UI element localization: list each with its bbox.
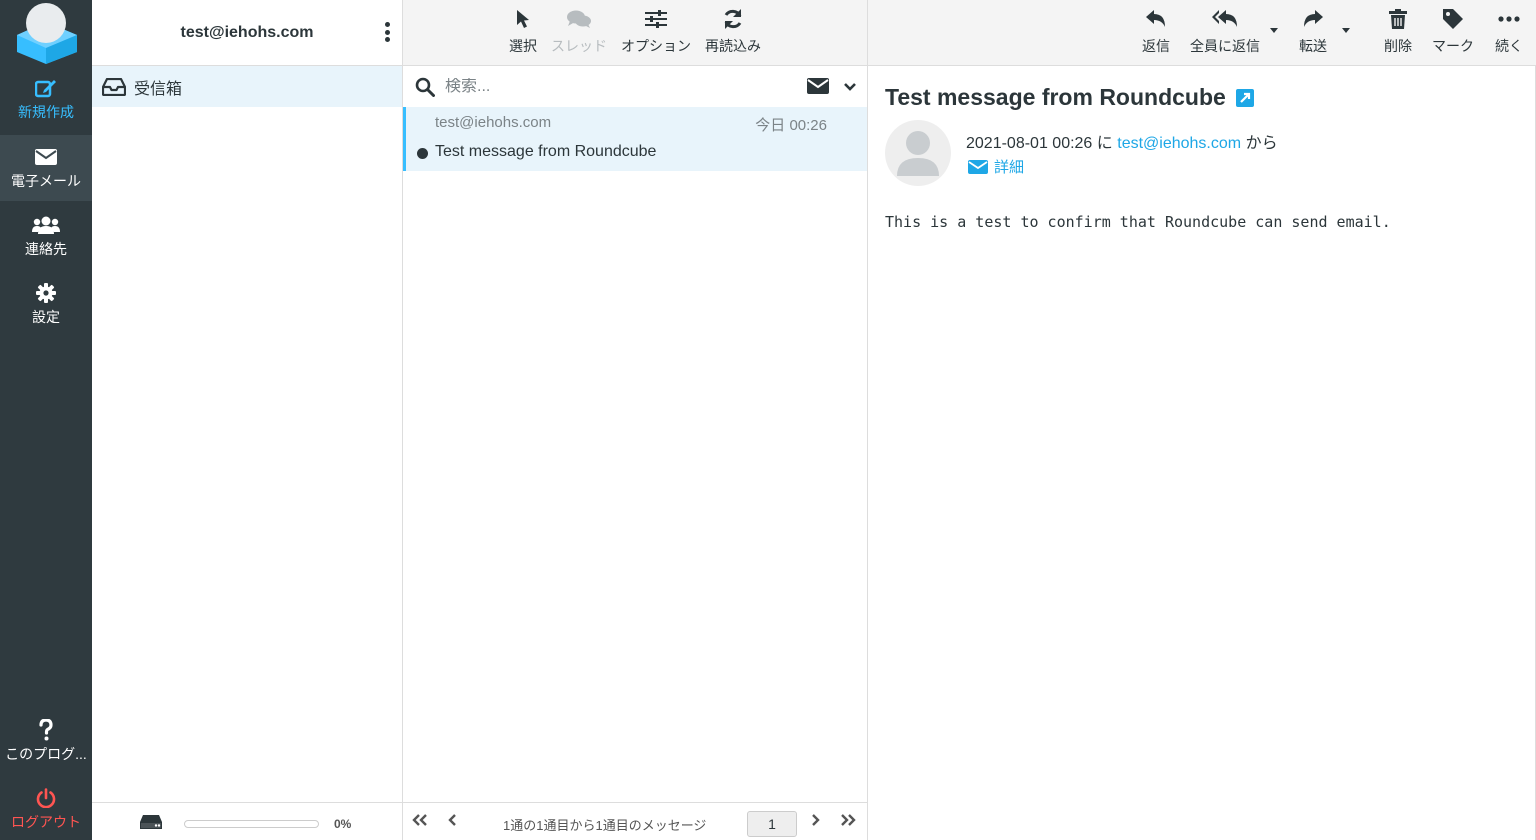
pagination-footer: 1通の1通目から1通目のメッセージ [403,802,867,840]
roundcube-logo[interactable] [13,2,79,64]
comments-icon [566,8,592,30]
refresh-label: 再読込み [705,38,761,54]
message-body: This is a test to confirm that Roundcube… [885,213,1391,231]
reply-all-label: 全員に返信 [1190,38,1260,54]
select-button[interactable]: 選択 [509,8,537,56]
folder-pane: test@iehohs.com 受信箱 0% [92,0,403,840]
logout-button[interactable]: ログアウト [0,776,92,840]
options-button[interactable]: オプション [621,8,691,56]
trash-icon [1389,8,1407,30]
refresh-icon [722,8,744,30]
reply-label: 返信 [1142,38,1170,54]
folder-item-inbox[interactable]: 受信箱 [92,66,402,107]
nav-contacts[interactable]: 連絡先 [0,203,92,269]
message-date: 今日 00:26 [755,117,827,134]
subject-text: Test message from Roundcube [885,84,1226,110]
sliders-icon [645,8,667,30]
ellipsis-icon [1498,8,1520,30]
settings-label: 設定 [32,308,60,325]
external-link-icon[interactable] [1235,88,1254,107]
folder-label: 受信箱 [134,80,183,98]
threads-button[interactable]: スレッド [551,8,607,56]
account-name: test@iehohs.com [180,23,314,41]
compose-icon [35,77,57,99]
folder-header: test@iehohs.com [92,0,402,66]
logout-label: ログアウト [11,813,81,830]
message-list-pane: 選択 スレッド オプション 再読込み 検索... test@iehohs.com… [403,0,868,840]
message-count: 1通の1通目から1通目のメッセージ [503,818,707,833]
options-label: オプション [621,38,691,54]
delete-button[interactable]: 削除 [1384,8,1412,56]
message-header-line: 2021-08-01 00:26 に test@iehohs.com から [966,129,1278,153]
last-page-icon[interactable] [839,813,857,832]
search-bar [403,66,867,107]
first-page-icon[interactable] [411,813,429,832]
envelope-icon [35,146,57,168]
power-icon [36,787,56,809]
cursor-icon [516,8,530,30]
sender-avatar [885,120,951,186]
message-preview-pane: 返信 全員に返信 転送 削除 マーク 続く Test message from … [868,0,1536,840]
contacts-label: 連絡先 [25,240,67,257]
about-label: このプログ... [5,745,87,762]
message-from: test@iehohs.com [435,114,552,131]
compose-button[interactable]: 新規作成 [0,66,92,132]
from-prefix: に [1096,135,1113,152]
message-date-text: 2021-08-01 00:26 [966,135,1093,152]
quota-bar [184,820,319,828]
nav-settings[interactable]: 設定 [0,271,92,337]
envelope-filter-icon[interactable] [807,78,829,99]
forward-button[interactable]: 転送 [1299,8,1327,56]
main-navigation: 新規作成 電子メール 連絡先 設定 このプログ... ログアウト [0,0,92,840]
threads-label: スレッド [551,38,607,54]
inbox-icon [102,77,126,96]
delete-label: 削除 [1384,38,1412,54]
hard-drive-icon [139,814,163,830]
nav-mail[interactable]: 電子メール [0,135,92,201]
question-icon [39,718,53,741]
chevron-down-icon[interactable] [843,79,857,97]
forward-dropdown-icon[interactable] [1342,28,1350,33]
mark-button[interactable]: マーク [1432,8,1474,56]
quota-percent: 0% [334,817,352,831]
page-number-input[interactable] [747,811,797,837]
mark-label: マーク [1432,38,1474,54]
sender-link[interactable]: test@iehohs.com [1117,135,1241,152]
list-toolbar: 選択 スレッド オプション 再読込み [403,0,867,66]
quota-footer: 0% [92,802,402,840]
folder-menu-icon[interactable] [382,20,392,44]
details-link[interactable]: 詳細 [968,156,1024,177]
select-label: 選択 [509,38,537,54]
reply-all-button[interactable]: 全員に返信 [1190,8,1260,56]
more-label: 続く [1495,38,1523,54]
reply-button[interactable]: 返信 [1142,8,1170,56]
tag-icon [1442,8,1464,30]
message-subject: Test message from Roundcube [435,143,657,160]
message-row[interactable]: test@iehohs.com 今日 00:26 Test message fr… [403,107,867,171]
reply-icon [1145,8,1167,30]
users-icon [32,214,60,236]
refresh-button[interactable]: 再読込み [705,8,761,56]
details-label: 詳細 [994,159,1025,176]
forward-label: 転送 [1299,38,1327,54]
more-button[interactable]: 続く [1495,8,1523,56]
next-page-icon[interactable] [809,813,821,832]
reply-all-icon [1211,8,1239,30]
message-toolbar: 返信 全員に返信 転送 削除 マーク 続く [868,0,1536,66]
from-suffix: から [1245,135,1278,152]
unread-indicator-icon[interactable] [417,148,428,159]
search-icon[interactable] [415,77,435,97]
nav-about[interactable]: このプログ... [0,708,92,774]
reply-all-dropdown-icon[interactable] [1270,28,1278,33]
mail-label: 電子メール [11,172,81,189]
envelope-icon [968,159,988,174]
forward-icon [1302,8,1324,30]
previous-page-icon[interactable] [447,813,459,832]
compose-label: 新規作成 [18,103,74,120]
gear-icon [36,282,56,304]
search-input[interactable] [445,77,765,96]
message-subject-heading: Test message from Roundcube [885,84,1254,111]
